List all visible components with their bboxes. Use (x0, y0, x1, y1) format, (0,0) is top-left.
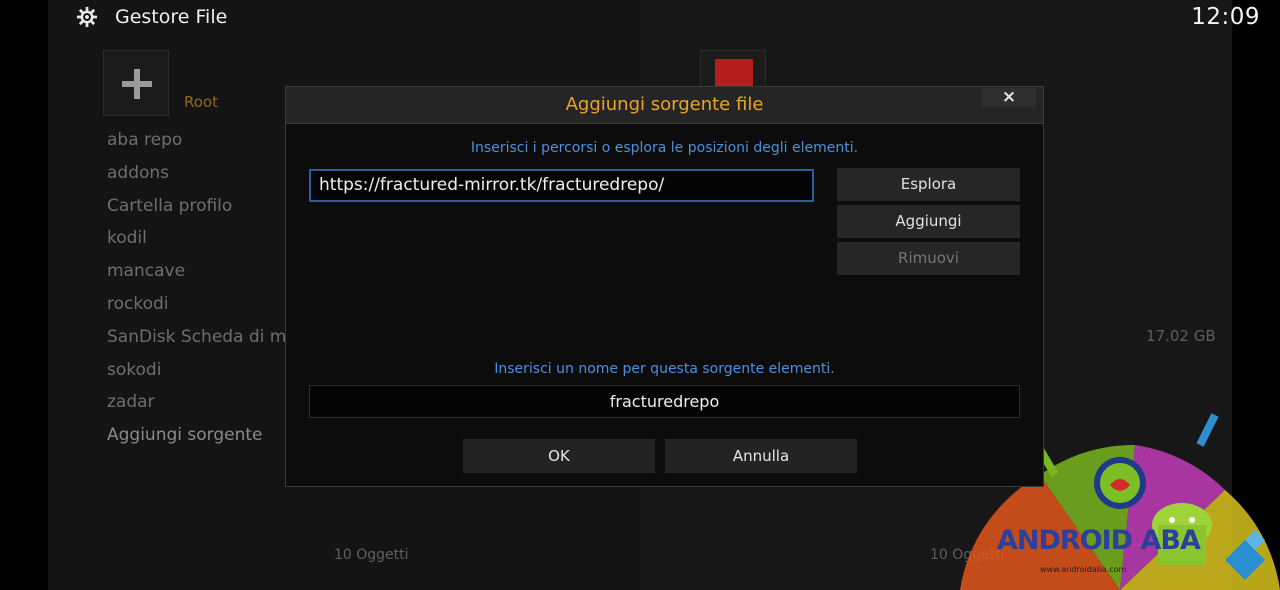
root-label: Root (184, 93, 218, 111)
ok-button[interactable]: OK (463, 439, 655, 473)
source-item[interactable]: sokodi (107, 354, 287, 387)
watermark-url: www.androidaba.com (1040, 565, 1127, 574)
left-item-count: 10 Oggetti (334, 547, 409, 563)
source-name-input[interactable]: fracturedrepo (309, 385, 1020, 418)
dialog-header: Aggiungi sorgente file × (286, 87, 1043, 124)
path-input[interactable]: https://fractured-mirror.tk/fracturedrep… (309, 169, 814, 202)
source-list: aba repo addons Cartella profilo kodil m… (107, 124, 287, 452)
close-button[interactable]: × (982, 88, 1036, 107)
browse-button[interactable]: Esplora (837, 168, 1020, 201)
add-source-dialog: Aggiungi sorgente file × Inserisci i per… (285, 86, 1044, 487)
cancel-button[interactable]: Annulla (665, 439, 857, 473)
add-button[interactable]: Aggiungi (837, 205, 1020, 238)
source-item[interactable]: rockodi (107, 288, 287, 321)
remove-button[interactable]: Rimuovi (837, 242, 1020, 275)
source-item[interactable]: mancave (107, 255, 287, 288)
dialog-title: Aggiungi sorgente file (565, 94, 764, 115)
source-item[interactable]: zadar (107, 386, 287, 419)
source-item[interactable]: Cartella profilo (107, 190, 287, 223)
app-title: Gestore File (115, 6, 228, 28)
add-source-tile[interactable] (103, 50, 169, 116)
source-item[interactable]: aba repo (107, 124, 287, 157)
drive-size: 17.02 GB (1146, 327, 1216, 345)
path-hint: Inserisci i percorsi o esplora le posizi… (470, 140, 859, 156)
add-source-item[interactable]: Aggiungi sorgente (107, 419, 287, 452)
source-item[interactable]: addons (107, 157, 287, 190)
source-item[interactable]: kodil (107, 222, 287, 255)
clock: 12:09 (1191, 4, 1260, 30)
drive-icon[interactable] (700, 50, 766, 90)
source-item[interactable]: SanDisk Scheda di m (107, 321, 287, 354)
gear-icon[interactable] (76, 6, 98, 28)
name-hint: Inserisci un nome per questa sorgente el… (494, 361, 835, 377)
watermark-brand: ANDROID ABA (997, 525, 1201, 556)
top-bar: Gestore File 12:09 (0, 0, 1280, 36)
